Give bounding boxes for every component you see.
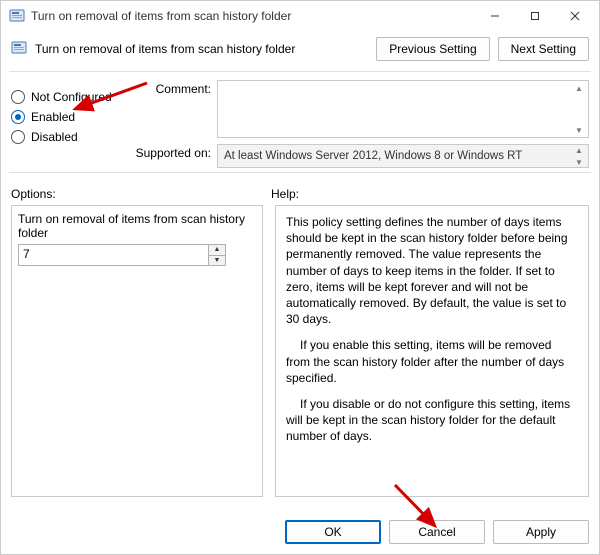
help-panel: This policy setting defines the number o…	[275, 205, 589, 497]
radio-icon	[11, 110, 25, 124]
help-paragraph: If you disable or do not configure this …	[286, 396, 578, 445]
policy-icon	[9, 8, 25, 24]
scroll-up-icon[interactable]: ▲	[572, 144, 586, 156]
page-title: Turn on removal of items from scan histo…	[35, 42, 376, 56]
days-spinner[interactable]: 7 ▲ ▼	[18, 244, 226, 266]
spinner-down-button[interactable]: ▼	[209, 256, 225, 266]
supported-value: At least Windows Server 2012, Windows 8 …	[224, 150, 522, 162]
help-paragraph: This policy setting defines the number o…	[286, 214, 578, 327]
config-area: Not Configured Enabled Disabled Comment:…	[1, 72, 599, 172]
option-caption: Turn on removal of items from scan histo…	[18, 212, 256, 240]
policy-icon	[11, 40, 27, 59]
apply-button[interactable]: Apply	[493, 520, 589, 544]
spinner-up-button[interactable]: ▲	[209, 245, 225, 256]
ok-button[interactable]: OK	[285, 520, 381, 544]
help-label: Help:	[271, 187, 299, 201]
scroll-down-icon[interactable]: ▼	[572, 156, 586, 168]
radio-icon	[11, 130, 25, 144]
radio-not-configured[interactable]: Not Configured	[11, 90, 121, 104]
radio-label: Not Configured	[31, 90, 112, 104]
minimize-button[interactable]	[475, 2, 515, 30]
window-title: Turn on removal of items from scan histo…	[31, 9, 475, 23]
spinner-value[interactable]: 7	[19, 245, 208, 265]
radio-label: Enabled	[31, 110, 75, 124]
supported-label: Supported on:	[129, 144, 211, 160]
panel-labels: Options: Help:	[1, 173, 599, 205]
supported-on-field: At least Windows Server 2012, Windows 8 …	[217, 144, 589, 168]
options-panel: Turn on removal of items from scan histo…	[11, 205, 263, 497]
radio-icon	[11, 90, 25, 104]
footer: OK Cancel Apply	[1, 510, 599, 554]
state-radio-group: Not Configured Enabled Disabled	[11, 80, 121, 168]
scroll-down-icon[interactable]: ▼	[572, 124, 586, 136]
policy-dialog: Turn on removal of items from scan histo…	[0, 0, 600, 555]
close-button[interactable]	[555, 2, 595, 30]
radio-label: Disabled	[31, 130, 78, 144]
radio-enabled[interactable]: Enabled	[11, 110, 121, 124]
header: Turn on removal of items from scan histo…	[1, 31, 599, 71]
previous-setting-button[interactable]: Previous Setting	[376, 37, 489, 61]
help-paragraph: If you enable this setting, items will b…	[286, 337, 578, 386]
body: Turn on removal of items from scan histo…	[1, 205, 599, 510]
options-label: Options:	[11, 187, 271, 201]
radio-disabled[interactable]: Disabled	[11, 130, 121, 144]
next-setting-button[interactable]: Next Setting	[498, 37, 589, 61]
maximize-button[interactable]	[515, 2, 555, 30]
titlebar: Turn on removal of items from scan histo…	[1, 1, 599, 31]
comment-label: Comment:	[129, 80, 211, 96]
comment-input[interactable]: ▲ ▼	[217, 80, 589, 138]
cancel-button[interactable]: Cancel	[389, 520, 485, 544]
scroll-up-icon[interactable]: ▲	[572, 82, 586, 94]
